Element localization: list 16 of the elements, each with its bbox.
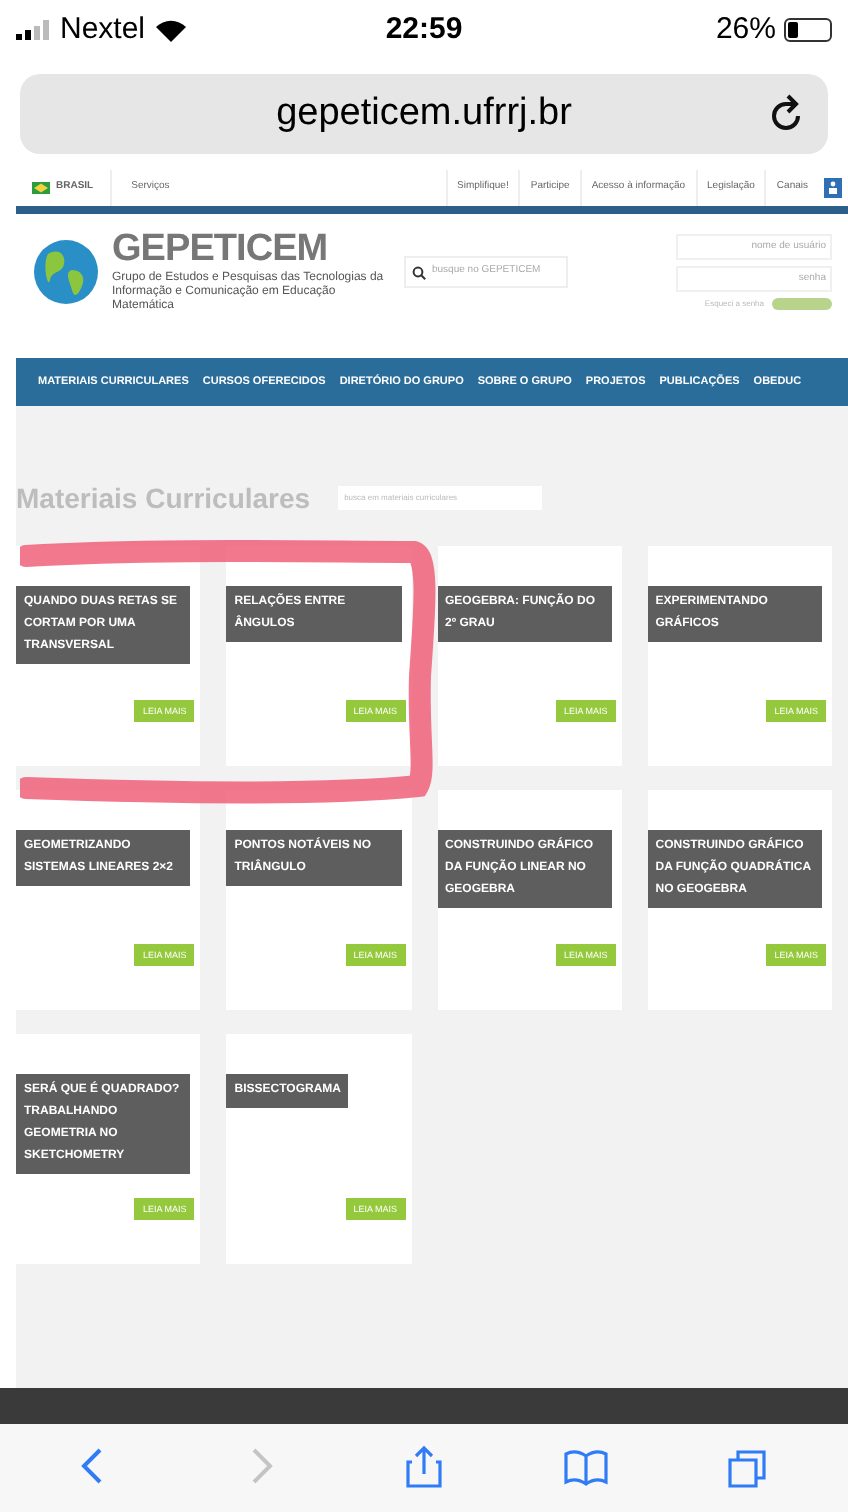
signal-icon bbox=[16, 20, 50, 40]
accessibility-icon[interactable] bbox=[824, 178, 842, 198]
tabs-icon[interactable] bbox=[723, 1444, 772, 1492]
site-logo-text: GEPETICEM bbox=[112, 230, 330, 268]
clock-time: 22:59 bbox=[383, 9, 465, 50]
search-icon bbox=[412, 265, 426, 279]
battery-icon bbox=[784, 18, 832, 42]
carrier-name: Nextel bbox=[60, 9, 146, 50]
flag-icon bbox=[32, 182, 50, 194]
wifi-icon bbox=[155, 19, 186, 41]
battery-percent: 26% bbox=[715, 9, 776, 50]
bookmarks-icon[interactable] bbox=[561, 1444, 610, 1492]
address-bar[interactable]: gepeticem.ufrrj.br bbox=[20, 74, 828, 154]
url-text: gepeticem.ufrrj.br bbox=[276, 89, 572, 138]
reload-icon[interactable] bbox=[768, 94, 804, 134]
globe-logo-icon bbox=[32, 238, 100, 306]
